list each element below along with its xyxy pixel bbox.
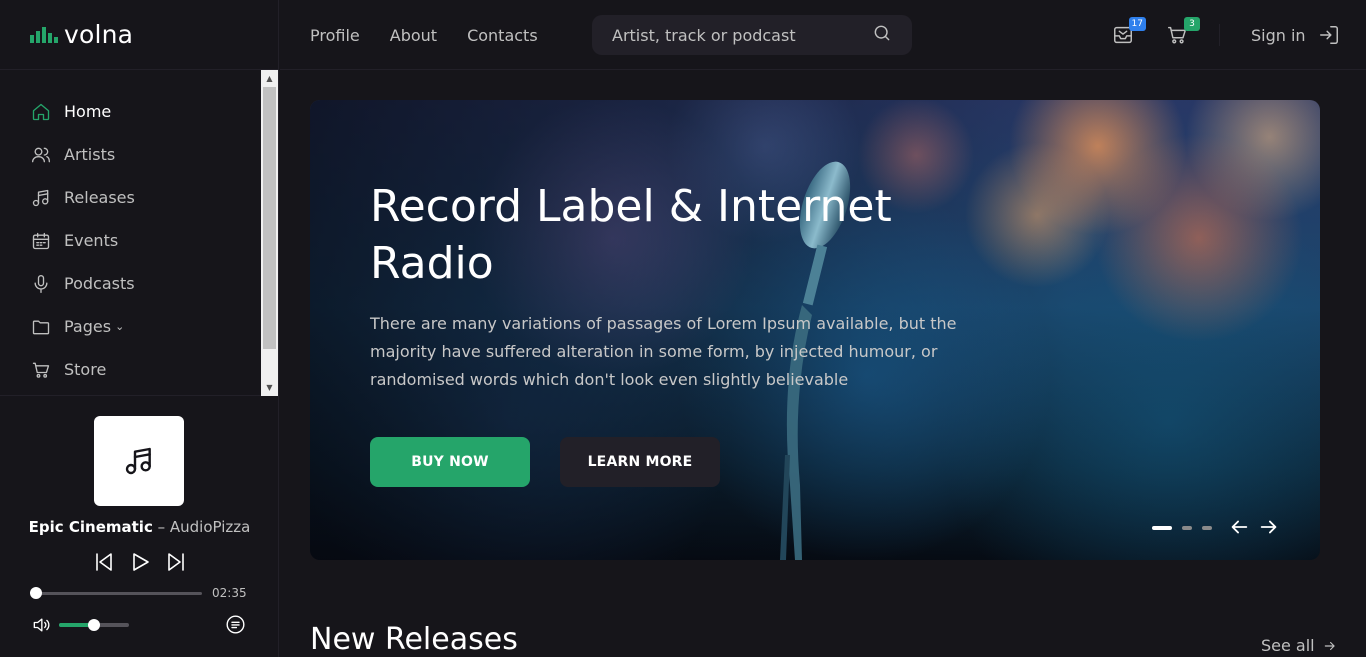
slider-arrows [1228,516,1280,538]
sidebar-item-artists[interactable]: Artists [0,133,278,176]
top-nav: Profile About Contacts [310,0,538,70]
search-icon[interactable] [872,23,892,47]
home-icon [30,101,52,123]
hero-banner: Record Label & Internet Radio There are … [310,100,1320,560]
sign-in-icon [1319,26,1338,44]
track-progress-bar[interactable] [30,587,202,599]
sidebar-item-label: Pages [64,317,112,336]
previous-track-icon[interactable] [92,550,116,574]
hero-buttons: BUY NOW LEARN MORE [370,437,720,487]
track-artist: AudioPizza [169,518,251,536]
volume-slider[interactable] [59,619,129,631]
slider-dot[interactable] [1152,526,1172,530]
inbox-badge: 17 [1128,17,1146,31]
calendar-icon [30,230,52,252]
sidebar-item-pages[interactable]: Pages ⌄ [0,305,278,348]
nav-link-contacts[interactable]: Contacts [467,26,538,45]
volume-icon[interactable] [31,615,53,635]
cart-badge: 3 [1184,17,1200,31]
next-track-icon[interactable] [164,550,188,574]
see-all-link[interactable]: See all [1261,636,1337,655]
search-bar [592,15,912,55]
nav-link-profile[interactable]: Profile [310,26,360,45]
sidebar-nav: Home Artists Releases Events Podcasts Pa… [0,70,278,396]
logo-text: volna [64,20,134,49]
nav-link-about[interactable]: About [390,26,437,45]
buy-now-button[interactable]: BUY NOW [370,437,530,487]
arrow-right-icon [1324,641,1335,650]
sidebar-item-events[interactable]: Events [0,219,278,262]
sidebar-item-home[interactable]: Home [0,90,278,133]
track-separator: – [152,518,170,536]
inbox-button[interactable]: 17 [1112,17,1146,48]
logo-equalizer-icon [30,26,58,43]
scroll-down-arrow-icon[interactable]: ▼ [261,379,278,396]
cart-icon [30,359,52,381]
sidebar-scrollbar[interactable]: ▲ ▼ [261,70,278,396]
users-icon [30,144,52,166]
track-duration: 02:35 [212,586,247,600]
arrow-left-icon[interactable] [1228,516,1250,538]
sidebar-item-label: Releases [64,188,135,207]
top-header: Profile About Contacts 17 3 Sign in [280,0,1366,70]
track-title: Epic Cinematic [28,518,153,536]
arrow-right-icon[interactable] [1258,516,1280,538]
hero-content: Record Label & Internet Radio There are … [370,178,990,394]
volume-knob[interactable] [88,619,100,631]
sidebar-item-store[interactable]: Store [0,348,278,391]
sidebar-item-label: Home [64,102,112,121]
music-note-icon [30,187,52,209]
see-all-label: See all [1261,636,1315,655]
progress-knob[interactable] [30,587,43,599]
sidebar-item-label: Events [64,231,119,250]
sign-in-label: Sign in [1251,25,1306,45]
playlist-icon[interactable] [225,614,247,636]
chevron-down-icon: ⌄ [115,320,125,333]
learn-more-button[interactable]: LEARN MORE [560,437,720,487]
logo[interactable]: volna [0,0,278,70]
sidebar-item-releases[interactable]: Releases [0,176,278,219]
scroll-up-arrow-icon[interactable]: ▲ [261,70,278,87]
sidebar: volna Home Artists Releases Events Podca… [0,0,279,657]
music-note-icon [125,447,151,475]
cart-button[interactable]: 3 [1166,17,1200,48]
sidebar-item-label: Podcasts [64,274,135,293]
track-cover [94,416,184,506]
track-info: Epic Cinematic – AudioPizza [0,518,279,536]
header-divider [1219,24,1220,46]
slider-dots [1152,526,1212,530]
sign-in-button[interactable]: Sign in [1251,0,1340,70]
microphone-icon [30,273,52,295]
folder-icon [30,316,52,338]
slider-dot[interactable] [1182,526,1192,530]
hero-title: Record Label & Internet Radio [370,181,892,289]
slider-dot[interactable] [1202,526,1212,530]
audio-player: Epic Cinematic – AudioPizza 02:35 [0,396,279,657]
section-title: New Releases [310,622,518,657]
player-controls [92,550,188,574]
sidebar-item-label: Artists [64,145,116,164]
sidebar-item-podcasts[interactable]: Podcasts [0,262,278,305]
hero-description: There are many variations of passages of… [370,314,957,389]
sidebar-item-label: Store [64,360,107,379]
play-icon[interactable] [128,550,152,574]
scroll-thumb[interactable] [263,87,276,349]
search-input[interactable] [612,25,872,45]
